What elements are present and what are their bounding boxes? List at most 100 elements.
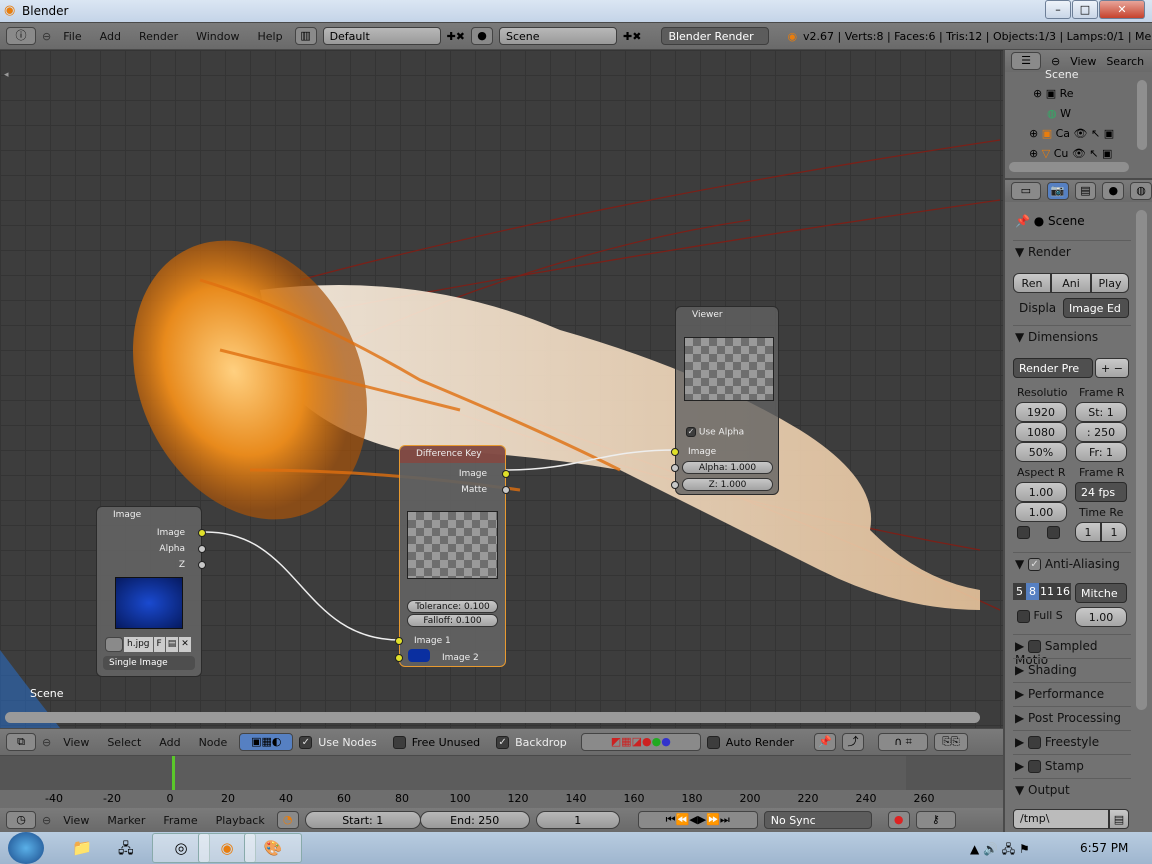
aa-sample-option[interactable]: 8	[1026, 583, 1039, 600]
outliner-scrollbar[interactable]	[1137, 80, 1147, 150]
properties-scrollbar[interactable]	[1136, 210, 1147, 710]
image2-color-swatch[interactable]	[408, 649, 430, 662]
preview-range-icon[interactable]: ◔	[276, 811, 299, 829]
backdrop-checkbox[interactable]: ✓	[496, 735, 510, 749]
node-editor[interactable]: ◂ Scene Image Image Alpha Z h.jpg F ▤ ✕ …	[0, 50, 1003, 728]
output-panel-header[interactable]: ▼ Output	[1015, 783, 1129, 797]
paint-taskbar-button[interactable]: 🎨	[244, 833, 302, 863]
record-icon[interactable]: ●	[887, 811, 910, 829]
scene-icon[interactable]: ●	[471, 27, 493, 45]
render-image-button[interactable]: Ren	[1013, 273, 1051, 293]
resolution-y-field[interactable]: 1080	[1015, 422, 1067, 442]
viewer-node-header[interactable]: Viewer	[676, 307, 778, 324]
menu-add[interactable]: Add	[153, 736, 186, 749]
render-tab-icon[interactable]: 📷	[1046, 182, 1069, 200]
collapse-icon[interactable]: ⊖	[42, 814, 51, 827]
maximize-button[interactable]: □	[1072, 0, 1098, 19]
clock[interactable]: 6:57 PM	[1080, 841, 1128, 855]
render-preset-select[interactable]: Render Pre	[1013, 358, 1093, 378]
menu-frame[interactable]: Frame	[157, 814, 203, 827]
image2-input-socket[interactable]	[395, 654, 403, 662]
fake-user-button[interactable]: F	[153, 637, 165, 652]
aspect-y-field[interactable]: 1.00	[1015, 502, 1067, 522]
collapse-icon[interactable]: ⊖	[42, 736, 51, 749]
menu-add[interactable]: Add	[94, 30, 127, 43]
screen-layout-field[interactable]: Default	[322, 27, 441, 45]
collapse-icon[interactable]: ⊖	[42, 30, 51, 43]
menu-select[interactable]: Select	[101, 736, 147, 749]
network-app-icon[interactable]: 🖧	[118, 838, 134, 862]
pin-icon[interactable]: 📌	[814, 733, 836, 751]
system-tray-icons[interactable]: ▲ 🔊 🖧 ⚑	[970, 840, 1030, 861]
preset-add-remove[interactable]: + −	[1095, 358, 1129, 378]
stamp-panel[interactable]: ▶ Stamp	[1013, 754, 1131, 777]
aa-size-field[interactable]: 1.00	[1075, 607, 1127, 627]
add-scene-icon[interactable]: ✚✖	[623, 30, 641, 43]
outliner-item[interactable]: Scene	[1045, 68, 1079, 81]
outliner-editor-type-icon[interactable]: ☰	[1011, 52, 1041, 70]
outliner[interactable]: ☰ ⊖ View Search Scene ⊕ ▣ Re ◍ W ⊕ ▣ Ca …	[1005, 50, 1152, 178]
minimize-button[interactable]: –	[1045, 0, 1071, 19]
image-input-socket[interactable]	[671, 448, 679, 456]
render-animation-button[interactable]: Ani	[1051, 273, 1091, 293]
alpha-input-socket[interactable]	[671, 464, 679, 472]
image-node-header[interactable]: Image	[97, 507, 201, 524]
node-editor-type-icon[interactable]: ⧉	[6, 733, 36, 751]
menu-view[interactable]: View	[1070, 55, 1096, 68]
difference-key-node[interactable]: Difference Key Image Matte Tolerance: 0.…	[395, 445, 510, 667]
render-engine-select[interactable]: Blender Render	[661, 27, 770, 45]
play-animation-button[interactable]: Play	[1091, 273, 1129, 293]
difference-key-header[interactable]: Difference Key	[400, 446, 505, 463]
use-nodes-checkbox[interactable]: ✓	[299, 735, 313, 749]
horizontal-scrollbar[interactable]	[5, 712, 980, 723]
crop-checkbox[interactable]	[1047, 526, 1060, 539]
node-tree-type-icon[interactable]: ▣▦◐	[239, 733, 294, 751]
aa-sample-option[interactable]: 16	[1055, 583, 1071, 600]
close-button[interactable]: ✕	[1099, 0, 1145, 19]
backdrop-channels-icon[interactable]: ◩▦◪●●●	[580, 733, 701, 751]
unlink-icon[interactable]: ✕	[179, 637, 191, 652]
free-unused-checkbox[interactable]	[392, 735, 406, 749]
current-frame-field[interactable]: 1	[535, 811, 620, 829]
end-frame-field[interactable]: End: 250	[419, 811, 530, 829]
aa-filter-select[interactable]: Mitche	[1075, 583, 1127, 603]
border-checkbox[interactable]	[1017, 526, 1030, 539]
sync-mode-select[interactable]: No Sync	[763, 811, 872, 829]
resolution-percent-field[interactable]: 50%	[1015, 442, 1067, 462]
expand-region-icon[interactable]: ◂	[4, 70, 9, 80]
menu-playback[interactable]: Playback	[210, 814, 271, 827]
frame-rate-select[interactable]: 24 fps	[1075, 482, 1127, 502]
display-select[interactable]: Image Ed	[1063, 298, 1129, 318]
falloff-slider[interactable]: Falloff: 0.100	[407, 614, 498, 627]
menu-view[interactable]: View	[57, 814, 95, 827]
post-processing-panel[interactable]: ▶ Post Processing	[1013, 706, 1131, 729]
start-frame-field[interactable]: St: 1	[1075, 402, 1127, 422]
aa-samples-selector[interactable]: 5 8 11 16	[1013, 583, 1071, 600]
timeline-editor-type-icon[interactable]: ◷	[6, 811, 36, 829]
image1-input-socket[interactable]	[395, 637, 403, 645]
outliner-item[interactable]: ⊕ ▽ Cu 👁 ↖ ▣	[1029, 147, 1112, 160]
image-file-name[interactable]: h.jpg	[124, 637, 153, 652]
image-browse-icon[interactable]	[105, 637, 123, 652]
aa-sample-option[interactable]: 11	[1039, 583, 1055, 600]
properties-editor[interactable]: ▭ 📷 ▤ ● ◍ 📌 ● Scene ▼ Render Ren Ani Pla…	[1005, 180, 1152, 832]
menu-node[interactable]: Node	[193, 736, 234, 749]
anti-aliasing-header[interactable]: ▼ ✓ Anti-Aliasing	[1013, 553, 1131, 575]
menu-help[interactable]: Help	[251, 30, 288, 43]
aspect-x-field[interactable]: 1.00	[1015, 482, 1067, 502]
auto-render-checkbox[interactable]	[706, 735, 720, 749]
properties-editor-type-icon[interactable]: ▭	[1011, 182, 1041, 200]
outliner-item[interactable]: ◍ W	[1047, 107, 1071, 120]
menu-view[interactable]: View	[57, 736, 95, 749]
world-tab-icon[interactable]: ◍	[1130, 182, 1152, 200]
image-output-socket[interactable]	[198, 529, 206, 537]
tolerance-slider[interactable]: Tolerance: 0.100	[407, 600, 498, 613]
render-panel-header[interactable]: ▼ Render	[1013, 241, 1131, 263]
alpha-field[interactable]: Alpha: 1.000	[682, 461, 773, 474]
collapse-icon[interactable]: ⊖	[1051, 55, 1060, 68]
alpha-output-socket[interactable]	[198, 545, 206, 553]
image-source-select[interactable]: Single Image	[103, 656, 195, 670]
snap-icon[interactable]: ∩ ⌗	[878, 733, 928, 751]
z-output-socket[interactable]	[198, 561, 206, 569]
time-remap-new-field[interactable]: 1	[1101, 522, 1127, 542]
